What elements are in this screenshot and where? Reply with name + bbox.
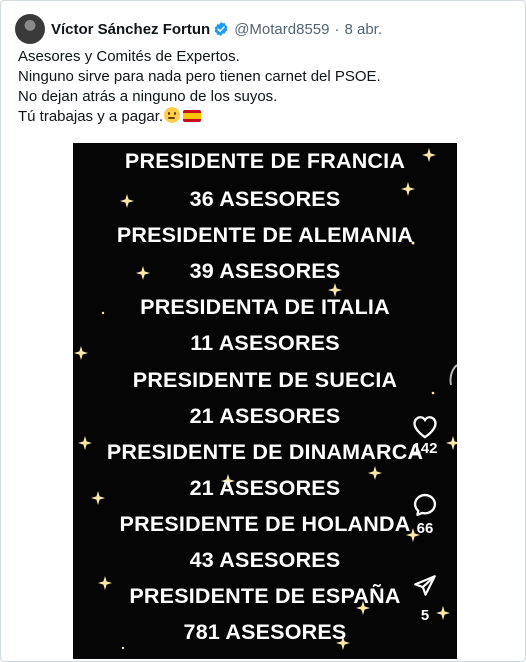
thinking-face-icon [164, 107, 181, 123]
image-text-line: PRESIDENTE DE FRANCIA [124, 149, 406, 173]
tweet-line: Ninguno sirve para nada pero tienen carn… [18, 68, 381, 85]
send-paper-plane-icon [414, 575, 436, 596]
tweet-card[interactable]: Víctor Sánchez Fortun @Motard8559 · 8 ab… [0, 0, 526, 662]
like-count: 142 [412, 440, 438, 457]
image-text-line: 21 ASESORES [189, 476, 341, 500]
image-text-line: 36 ASESORES [189, 187, 341, 211]
tweet-date[interactable]: 8 abr. [344, 21, 382, 38]
image-text-line: PRESIDENTA DE ITALIA [140, 295, 390, 319]
tweet-line-last: Tú trabajas y a pagar. [18, 107, 508, 127]
image-text-line: PRESIDENTE DE ALEMANIA [116, 223, 414, 247]
comment-bubble-icon [413, 493, 437, 517]
tweet-line: Tú trabajas y a pagar. [18, 108, 164, 125]
tweet-line: No dejan atrás a ninguno de los suyos. [18, 88, 278, 105]
image-text-line: PRESIDENTE DE ESPAÑA [129, 584, 401, 608]
image-text-line: 39 ASESORES [189, 259, 341, 283]
image-text-line: PRESIDENTE DE SUECIA [132, 368, 398, 392]
share-action[interactable]: 5 [405, 573, 445, 624]
author-handle[interactable]: @Motard8559 [234, 21, 329, 38]
image-text-line: PRESIDENTE DE HOLANDA [119, 512, 411, 536]
tweet-text: Asesores y Comités de Expertos. Ninguno … [18, 47, 508, 127]
tweet-line: Asesores y Comités de Expertos. [18, 48, 240, 65]
like-action[interactable]: 142 [405, 413, 445, 457]
tweet-header: Víctor Sánchez Fortun @Motard8559 · 8 ab… [15, 14, 515, 44]
heart-icon [413, 416, 437, 439]
separator-dot: · [334, 20, 340, 38]
spain-flag-icon [183, 110, 202, 122]
avatar[interactable] [15, 14, 45, 44]
image-text-line: PRESIDENTE DE DINAMARCA [106, 440, 424, 464]
sparkle-stars-decoration [74, 148, 457, 650]
comment-action[interactable]: 66 [405, 491, 445, 537]
image-text-line: 43 ASESORES [189, 548, 341, 572]
tweet-image[interactable]: PRESIDENTE DE FRANCIA 36 ASESORES PRESID… [73, 143, 457, 659]
author-name[interactable]: Víctor Sánchez Fortun [51, 21, 210, 38]
comment-count: 66 [416, 520, 434, 537]
image-text-line: 781 ASESORES [183, 620, 347, 644]
verified-badge-icon [214, 22, 228, 36]
share-count: 5 [420, 607, 430, 624]
image-text-line: 11 ASESORES [190, 331, 340, 355]
image-text-line: 21 ASESORES [189, 404, 341, 428]
